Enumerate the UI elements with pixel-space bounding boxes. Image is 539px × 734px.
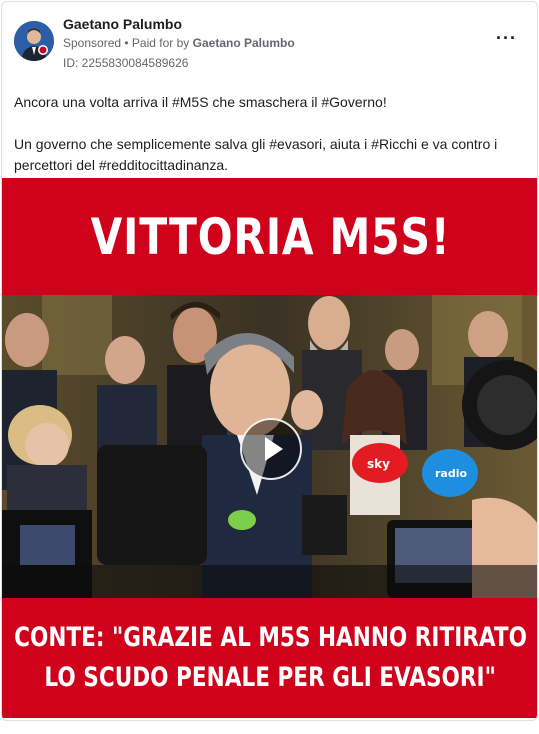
post-text-line-2: Un governo che semplicemente salva gli #… [14, 136, 498, 173]
ad-id: ID: 2255830084589626 [63, 56, 189, 70]
more-horizontal-icon[interactable]: ··· [496, 29, 517, 47]
video-caption: CONTE: "GRAZIE AL M5S HANNO RITIRATO LO … [2, 598, 537, 718]
play-icon[interactable] [240, 418, 302, 480]
video-media[interactable]: VITTORIA M5S! sky radio CONTE: "GRAZIE A… [2, 178, 537, 718]
ad-card: Gaetano Palumbo Sponsored • Paid for by … [1, 1, 538, 721]
video-headline: VITTORIA M5S! [90, 207, 451, 266]
sky-mic-label: sky [367, 457, 390, 471]
post-text-line-1: Ancora una volta arriva il #M5S che smas… [14, 94, 387, 110]
radio-mic-label: radio [435, 467, 467, 480]
paid-prefix: • Paid for by [124, 36, 190, 50]
paid-by-name: Gaetano Palumbo [192, 36, 295, 50]
caption-line-1: CONTE: "GRAZIE AL M5S HANNO RITIRATO [14, 622, 527, 653]
sponsored-label: Sponsored [63, 36, 122, 50]
post-text: Ancora una volta arriva il #M5S che smas… [14, 92, 519, 176]
author-avatar[interactable] [14, 21, 54, 61]
caption-line-2: LO SCUDO PENALE PER GLI EVASORI" [44, 662, 497, 693]
sponsored-meta: Sponsored • Paid for by Gaetano Palumbo [63, 36, 295, 50]
author-name[interactable]: Gaetano Palumbo [63, 16, 182, 32]
